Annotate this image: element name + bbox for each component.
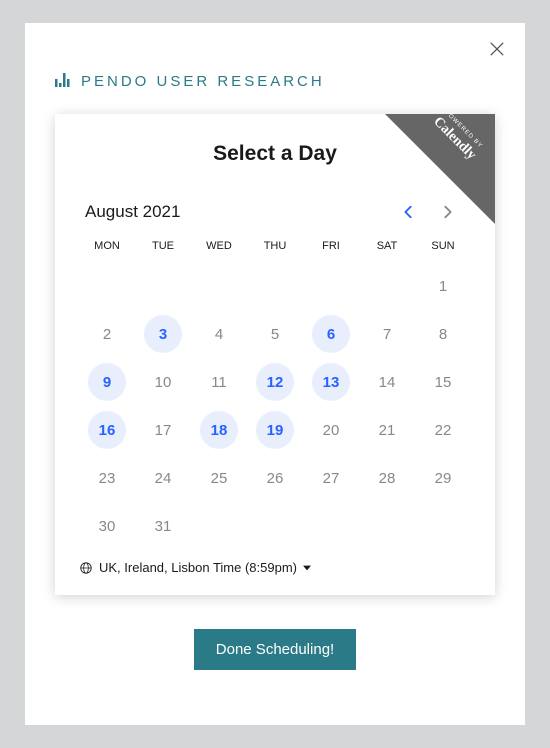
day-unavailable: 27 xyxy=(312,459,350,497)
day-unavailable: 31 xyxy=(144,507,182,545)
weekday-label: FRI xyxy=(303,240,359,252)
day-unavailable: 14 xyxy=(368,363,406,401)
modal-title: PENDO USER RESEARCH xyxy=(81,73,325,90)
day-unavailable: 8 xyxy=(424,315,462,353)
day-unavailable: 2 xyxy=(88,315,126,353)
day-unavailable: 11 xyxy=(200,363,238,401)
calendar-week: 9 10 11 12 13 14 15 xyxy=(79,362,471,402)
day-unavailable: 22 xyxy=(424,411,462,449)
day-unavailable: 17 xyxy=(144,411,182,449)
day-unavailable: 25 xyxy=(200,459,238,497)
bars-icon xyxy=(55,73,73,90)
day-unavailable: 26 xyxy=(256,459,294,497)
day-unavailable: 1 xyxy=(424,267,462,305)
day-available[interactable]: 9 xyxy=(88,363,126,401)
weekday-label: SUN xyxy=(415,240,471,252)
day-unavailable: 4 xyxy=(200,315,238,353)
weekday-label: WED xyxy=(191,240,247,252)
calendar-grid: 1234567891011121314151617181920212223242… xyxy=(79,266,471,546)
modal-header: PENDO USER RESEARCH xyxy=(55,73,495,90)
day-available[interactable]: 19 xyxy=(256,411,294,449)
calendar-week: 2345678 xyxy=(79,314,471,354)
close-icon xyxy=(487,39,507,59)
globe-icon xyxy=(79,561,93,575)
day-available[interactable]: 13 xyxy=(312,363,350,401)
weekday-label: THU xyxy=(247,240,303,252)
day-unavailable: 7 xyxy=(368,315,406,353)
weekday-header: MONTUEWEDTHUFRISATSUN xyxy=(79,240,471,252)
day-unavailable: 28 xyxy=(368,459,406,497)
day-unavailable: 20 xyxy=(312,411,350,449)
day-unavailable: 30 xyxy=(88,507,126,545)
month-label: August 2021 xyxy=(85,202,403,222)
weekday-label: MON xyxy=(79,240,135,252)
weekday-label: SAT xyxy=(359,240,415,252)
day-unavailable: 24 xyxy=(144,459,182,497)
day-available[interactable]: 18 xyxy=(200,411,238,449)
weekday-label: TUE xyxy=(135,240,191,252)
calendar-week: 1 xyxy=(79,266,471,306)
calendar-week: 23 24 25 26 27 28 29 xyxy=(79,458,471,498)
scheduling-modal: PENDO USER RESEARCH POWERED BY Calendly … xyxy=(25,23,525,725)
day-unavailable: 23 xyxy=(88,459,126,497)
timezone-selector[interactable]: UK, Ireland, Lisbon Time (8:59pm) xyxy=(79,560,471,575)
calendar-week: 16 17 18 19 20 21 22 xyxy=(79,410,471,450)
caret-down-icon xyxy=(303,564,311,572)
day-available[interactable]: 16 xyxy=(88,411,126,449)
day-unavailable: 29 xyxy=(424,459,462,497)
powered-by-ribbon[interactable]: POWERED BY Calendly xyxy=(385,114,495,224)
day-available[interactable]: 6 xyxy=(312,315,350,353)
day-unavailable: 15 xyxy=(424,363,462,401)
timezone-label: UK, Ireland, Lisbon Time (8:59pm) xyxy=(99,560,297,575)
day-unavailable: 10 xyxy=(144,363,182,401)
day-unavailable: 5 xyxy=(256,315,294,353)
calendar-card: POWERED BY Calendly Select a Day August … xyxy=(55,114,495,595)
calendar-week: 30 31 xyxy=(79,506,471,546)
day-unavailable: 21 xyxy=(368,411,406,449)
day-available[interactable]: 12 xyxy=(256,363,294,401)
done-scheduling-button[interactable]: Done Scheduling! xyxy=(194,629,356,670)
close-button[interactable] xyxy=(487,39,507,59)
day-available[interactable]: 3 xyxy=(144,315,182,353)
